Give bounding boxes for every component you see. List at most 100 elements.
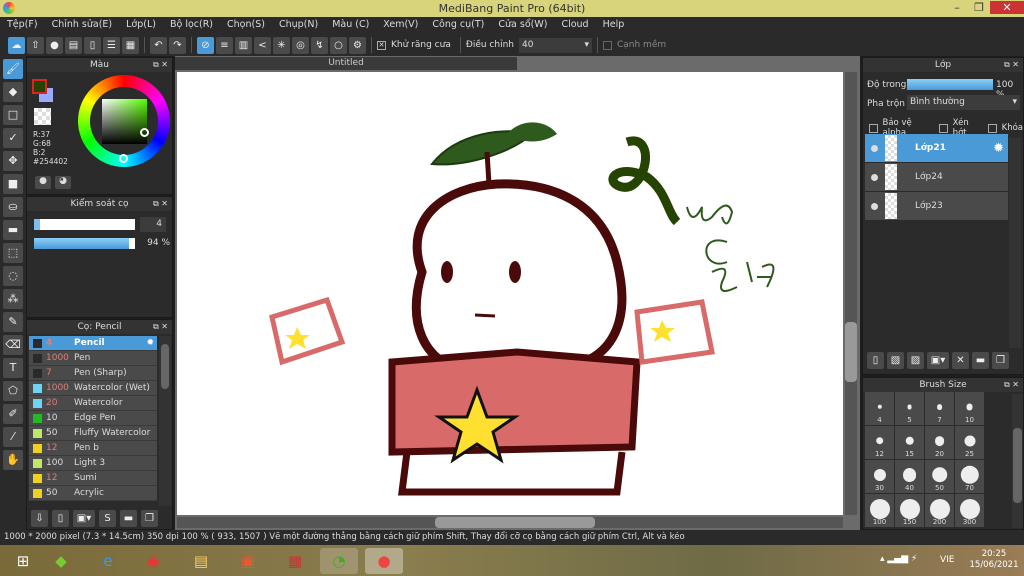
- menu-item[interactable]: Help: [596, 17, 632, 34]
- delete-layer-icon[interactable]: ✕: [952, 352, 969, 369]
- windows-start-icon[interactable]: ⊞: [10, 548, 36, 574]
- list-icon[interactable]: ☰: [103, 36, 120, 54]
- select-eraser-tool-icon[interactable]: ⌫: [3, 335, 23, 355]
- tray-icons[interactable]: ▴ ▂▄▆ ⚡: [880, 554, 917, 564]
- visibility-icon[interactable]: [871, 144, 878, 152]
- panel-close-icon[interactable]: ⧉ ✕: [1004, 58, 1019, 72]
- undo-icon[interactable]: ↶: [150, 36, 167, 54]
- powerpoint-icon[interactable]: ▣: [235, 548, 261, 574]
- ellipse-snap-icon[interactable]: ○: [330, 36, 347, 54]
- gear-icon[interactable]: ✹: [146, 338, 154, 348]
- panel-close-icon[interactable]: ⧉ ✕: [153, 58, 168, 72]
- menu-item[interactable]: Cửa sổ(W): [491, 17, 554, 34]
- brush-size-cell[interactable]: 5: [895, 392, 924, 425]
- lock-checkbox[interactable]: [988, 123, 997, 133]
- move-tool-icon[interactable]: ✥: [3, 151, 23, 171]
- brush-size-cell[interactable]: 4: [865, 392, 894, 425]
- dot-tool-icon[interactable]: ✓: [3, 128, 23, 148]
- brush-settings-icon[interactable]: S: [99, 510, 116, 527]
- grid-icon[interactable]: ▦: [122, 36, 139, 54]
- duplicate-icon[interactable]: ❐: [141, 510, 158, 527]
- transparent-color-swatch[interactable]: [34, 108, 51, 125]
- curve-snap-icon[interactable]: ↯: [311, 36, 328, 54]
- internet-explorer-icon[interactable]: e: [95, 548, 121, 574]
- brush-item[interactable]: 7 Pen (Sharp): [29, 366, 157, 381]
- brush-size-slider[interactable]: [34, 219, 135, 230]
- brush-item[interactable]: 1000 Pen: [29, 351, 157, 366]
- lasso-tool-icon[interactable]: ◌: [3, 266, 23, 286]
- cloud-download-icon[interactable]: ⇩: [31, 510, 48, 527]
- brush-size-cell[interactable]: 12: [865, 426, 894, 459]
- layer-list-scrollbar[interactable]: [1009, 138, 1021, 348]
- color-handle[interactable]: [140, 128, 149, 137]
- share-icon[interactable]: ⇧: [27, 36, 44, 54]
- select-tool-icon[interactable]: ⬚: [3, 243, 23, 263]
- brush-item[interactable]: 4 Pencil ✹: [29, 336, 157, 351]
- menu-item[interactable]: Chụp(N): [272, 17, 325, 34]
- saturation-value-square[interactable]: [102, 99, 147, 144]
- color-history-icon[interactable]: ◕: [55, 176, 71, 189]
- new-layer-icon[interactable]: ▯: [867, 352, 884, 369]
- brush-size-scrollbar[interactable]: [1012, 394, 1023, 528]
- bucket-tool-icon[interactable]: ⛀: [3, 197, 23, 217]
- brush-item[interactable]: 12 Pen b: [29, 441, 157, 456]
- tab-untitled[interactable]: Untitled: [175, 57, 517, 70]
- operation-tool-icon[interactable]: ⬠: [3, 381, 23, 401]
- comment-icon[interactable]: ●: [46, 36, 63, 54]
- brush-item[interactable]: 50 Fluffy Watercolor: [29, 426, 157, 441]
- medibang-taskbar-icon[interactable]: ●: [365, 548, 403, 574]
- foreground-color-swatch[interactable]: [32, 79, 47, 94]
- protect-alpha-checkbox[interactable]: [869, 123, 878, 133]
- vanishing-snap-icon[interactable]: <: [254, 36, 271, 54]
- panel-close-icon[interactable]: ⧉ ✕: [153, 197, 168, 211]
- brush-size-cell[interactable]: 150: [895, 494, 924, 527]
- menu-item[interactable]: Tệp(F): [0, 17, 45, 34]
- folder-icon[interactable]: ▬: [120, 510, 137, 527]
- clock[interactable]: 20:25 15/06/2021: [966, 549, 1022, 571]
- gradient-tool-icon[interactable]: ▬: [3, 220, 23, 240]
- brush-size-cell[interactable]: 30: [865, 460, 894, 493]
- menu-item[interactable]: Xem(V): [376, 17, 425, 34]
- new-halftone-layer-icon[interactable]: ▧: [887, 352, 904, 369]
- panel-close-icon[interactable]: ⧉ ✕: [153, 320, 168, 334]
- layer-item[interactable]: Lớp23: [865, 192, 1008, 221]
- drawing-canvas[interactable]: [177, 72, 843, 515]
- blend-mode-select[interactable]: Bình thường ▾: [907, 95, 1020, 110]
- canvas-vertical-scrollbar[interactable]: [845, 72, 857, 515]
- magic-wand-tool-icon[interactable]: ⁂: [3, 289, 23, 309]
- brush-size-cell[interactable]: 50: [925, 460, 954, 493]
- brush-size-cell[interactable]: 20: [925, 426, 954, 459]
- eyedropper-tool-icon[interactable]: ⁄: [3, 427, 23, 447]
- brush-size-cell[interactable]: 40: [895, 460, 924, 493]
- menu-item[interactable]: Bộ lọc(R): [163, 17, 220, 34]
- add-layer-menu-icon[interactable]: ▣▾: [927, 352, 949, 369]
- menu-item[interactable]: Màu (C): [325, 17, 376, 34]
- visibility-icon[interactable]: [871, 173, 878, 181]
- bluestacks-icon[interactable]: ◆: [48, 548, 74, 574]
- radial-snap-icon[interactable]: ✳: [273, 36, 290, 54]
- gear-icon[interactable]: ✹: [993, 141, 1004, 156]
- soft-edge-checkbox[interactable]: [602, 40, 612, 50]
- brush-size-value[interactable]: 4: [140, 217, 166, 232]
- brush-size-cell[interactable]: 200: [925, 494, 954, 527]
- panel-close-icon[interactable]: ⧉ ✕: [1004, 378, 1019, 392]
- brush-item[interactable]: 10 Edge Pen: [29, 411, 157, 426]
- layer-item[interactable]: Lớp24: [865, 163, 1008, 192]
- hue-wheel[interactable]: [78, 75, 170, 167]
- unikey-icon[interactable]: ▦: [282, 548, 308, 574]
- menu-item[interactable]: Công cụ(T): [425, 17, 491, 34]
- text-tool-icon[interactable]: T: [3, 358, 23, 378]
- menu-item[interactable]: Lớp(L): [119, 17, 163, 34]
- brush-item[interactable]: 50 Acrylic: [29, 486, 157, 501]
- brush-item[interactable]: 12 Sumi: [29, 471, 157, 486]
- snap-off-icon[interactable]: ⊘: [197, 36, 214, 54]
- file-explorer-icon[interactable]: ▤: [188, 548, 214, 574]
- visibility-icon[interactable]: [871, 202, 878, 210]
- page-icon[interactable]: ▯: [84, 36, 101, 54]
- cloud-icon[interactable]: ☁: [8, 36, 25, 54]
- layer-item[interactable]: Lớp21 ✹: [865, 134, 1008, 163]
- shape-tool-icon[interactable]: □: [3, 105, 23, 125]
- brush-size-cell[interactable]: 300: [955, 494, 984, 527]
- speech-icon[interactable]: ▤: [65, 36, 82, 54]
- duplicate-layer-icon[interactable]: ❐: [992, 352, 1009, 369]
